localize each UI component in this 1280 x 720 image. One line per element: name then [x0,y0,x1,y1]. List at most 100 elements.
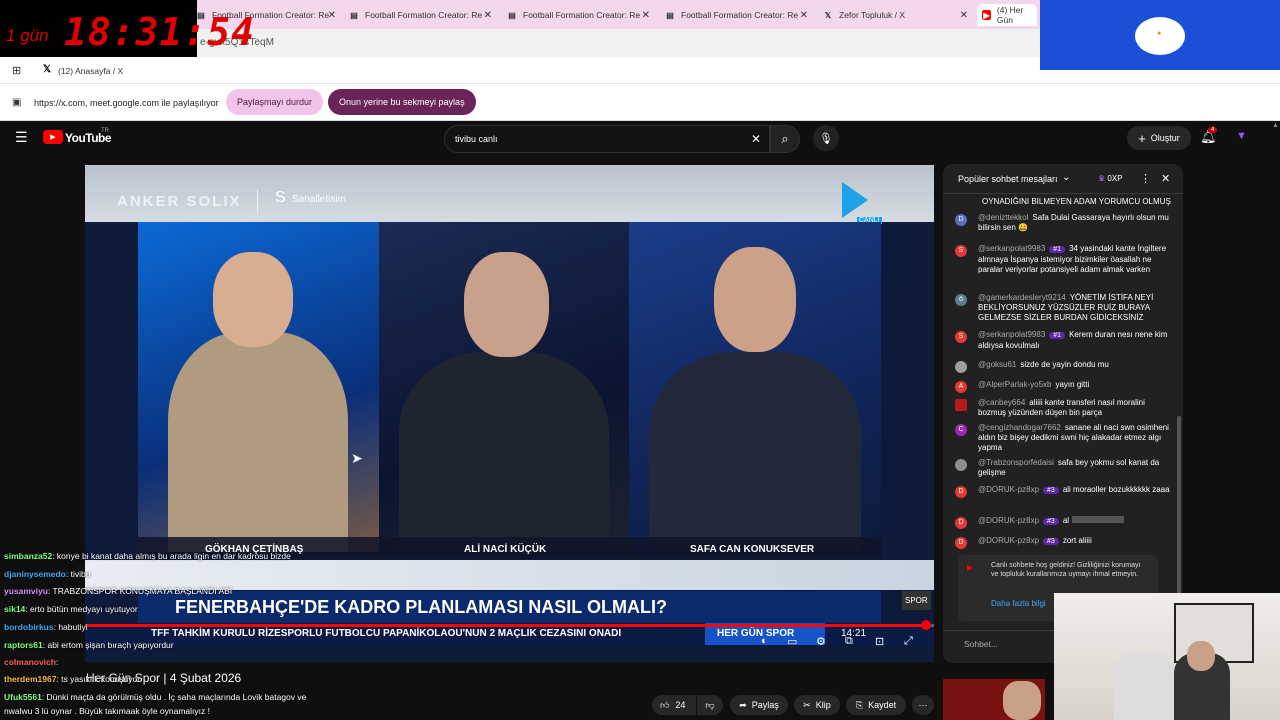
like-button[interactable]: 👍︎ 24 [652,695,696,715]
close-icon[interactable]: ✕ [960,10,968,21]
autoplay-toggle-icon[interactable]: ◐ [761,635,768,647]
more-vertical-icon[interactable]: ⋮ [1140,172,1151,185]
avatar: D [955,517,967,529]
panelist-right-head [714,247,796,352]
chat-pinned-overflow: OYNADIĞINI BILMEYEN ADAM YORUMCU OLMUŞ [982,197,1171,206]
chat-username[interactable]: @denizttekkol [978,213,1028,222]
chat-message: D @DORUK-pz8xp #3 zort aliiii [955,536,1173,549]
scroll-up-icon[interactable]: ▲ [1272,122,1279,129]
chat-username[interactable]: @DORUK-pz8xp [978,536,1039,545]
thumbs-down-icon: 👎︎ [705,699,715,710]
chat-text: sizde de yayin dondu mu [1020,360,1109,369]
live-chat-panel: Popüler sohbet mesajları ⌄ ♛ 0XP ⋮ ✕ OYN… [943,164,1183,663]
avatar: D [955,486,967,498]
panelist-right-figure [649,352,861,552]
chat-text: ali moraoller bozukkkkkk zaaa [1062,485,1170,494]
more-actions-button[interactable]: ⋯ [912,695,934,715]
stop-sharing-button[interactable]: Paylaşmayı durdur [226,89,324,115]
chat-username[interactable]: @canbey664 [978,398,1025,407]
subtitles-icon[interactable]: ▭ [787,635,797,648]
chat-username[interactable]: @gamerkardesleryt9214 [978,293,1066,302]
browser-tab[interactable]: ▤ Football Formation Creator: Re ✕ [349,4,492,26]
chat-username[interactable]: @Trabzonsporfedaisi [978,458,1054,467]
create-button[interactable]: + Oluştur [1127,126,1191,150]
share-button[interactable]: ➦ Paylaş [730,695,788,715]
chat-username[interactable]: @DORUK-pz8xp [978,485,1039,494]
bookmark-icon: ⎘ [855,699,864,710]
chat-scrollbar[interactable] [1177,194,1181,614]
close-icon[interactable]: ✕ [642,10,650,21]
search-icon: ⌕ [781,131,789,146]
chat-mode-dropdown[interactable]: Popüler sohbet mesajları [958,174,1058,184]
chat-username[interactable]: @AlperParlak-yo5xb [978,380,1051,389]
stream-chat-line: bordobirkus: habutiyi [4,622,88,632]
stream-chat-line: colmanovich: [4,657,59,667]
close-chat-icon[interactable]: ✕ [1161,172,1170,185]
panelist-center-head [464,252,549,357]
welcome-text: Canlı sohbete hoş geldiniz! Gizliliğiniz… [991,562,1141,578]
settings-gear-icon[interactable]: ⚙ [816,635,826,648]
sponsor-logo: ANKER SOLIX [117,193,242,210]
browser-tab-active[interactable]: ▶ (4) Her Gün [977,4,1037,26]
screen-share-bar: ▣ https://x.com, meet.google.com ile pay… [0,84,1280,121]
doc-icon: ▤ [666,10,674,20]
avatar [955,459,967,471]
chat-message: S @serkanpolat9983 #1 34 yasindaki kante İ… [955,244,1173,275]
chat-username[interactable]: @goksu61 [978,360,1016,369]
stream-chat-line: therdem1967: ts yasıklık konuşuyor [4,674,141,684]
apps-grid-icon[interactable]: ⊞ [12,64,21,77]
thumbs-up-icon: 👍︎ [660,699,670,710]
chat-username[interactable]: @DORUK-pz8xp [978,516,1039,525]
progress-scrubber[interactable] [921,620,931,630]
chat-username[interactable]: @cengizhandogar7662 [978,423,1061,432]
dislike-button[interactable]: 👎︎ [697,695,723,715]
more-horizontal-icon: ⋯ [918,699,928,710]
avatar: ö [955,294,967,306]
share-this-tab-button[interactable]: Onun yerine bu sekmeyi paylaş [328,89,476,115]
chevron-down-icon[interactable]: ⌄ [1062,172,1070,183]
miniplayer-icon[interactable]: ⧉ [845,635,853,648]
stream-chat-line: nwalwu 3 lü oynar . Büyük takımaak öyle … [4,706,210,716]
screen-share-icon: ▣ [12,97,22,108]
youtube-icon: ▶ [982,10,991,20]
clear-search-icon[interactable]: ✕ [751,132,761,146]
chat-input[interactable]: Sohbet... [964,639,998,649]
search-value: tivibu canlı [455,134,498,144]
avatar: C [955,424,967,436]
search-input[interactable]: tivibu canlı ✕ [444,125,770,153]
avatar: ● [1135,17,1185,55]
avatar: S [955,331,967,343]
points-badge[interactable]: ♛ 0XP [1098,174,1123,183]
account-avatar-icon[interactable]: ▼ [1236,130,1247,142]
chat-message: ö @gamerkardesleryt9214 YÖNETİM İSTİFA NE… [955,293,1173,323]
menu-icon[interactable]: ☰ [15,129,28,146]
sponsor-icon: S [275,189,286,206]
progress-track[interactable] [85,624,934,627]
chat-username[interactable]: @serkanpolat9983 [978,330,1045,339]
chat-username[interactable]: @serkanpolat9983 [978,244,1045,253]
avatar [955,361,967,373]
promo-thumbnail[interactable] [943,679,1045,720]
member-badge: #3 [1043,538,1059,545]
cast-icon[interactable]: ⊡ [875,635,884,648]
learn-more-link[interactable]: Daha fazla bilgi [991,599,1046,608]
browser-tab[interactable]: ▤ Football Formation Creator: Re ✕ [507,4,650,26]
scrollbar-thumb[interactable] [1177,416,1181,596]
close-icon[interactable]: ✕ [328,10,336,21]
thumbnail-face [1003,681,1041,720]
bookmark-item[interactable]: (12) Anasayfa / X [58,66,123,76]
channel-logo: CANLI [837,182,882,227]
save-button[interactable]: ⎘ Kaydet [846,695,906,715]
member-badge: #3 [1043,518,1059,525]
voice-search-button[interactable]: 🎙 [813,125,839,151]
search-button[interactable]: ⌕ [770,125,800,153]
member-badge: #1 [1049,332,1066,339]
close-icon[interactable]: ✕ [484,10,492,21]
browser-tab[interactable]: ▤ Football Formation Creator: Re ✕ [665,4,808,26]
browser-tab[interactable]: 𝕏 Zefor Topluluk / X ✕ [823,4,968,26]
fullscreen-icon[interactable]: ⤢ [904,635,913,648]
close-icon[interactable]: ✕ [800,10,808,21]
clip-button[interactable]: ✂ Klip [794,695,840,715]
youtube-logo-icon[interactable]: ▶ [43,130,63,144]
streamer-head [1187,641,1215,671]
